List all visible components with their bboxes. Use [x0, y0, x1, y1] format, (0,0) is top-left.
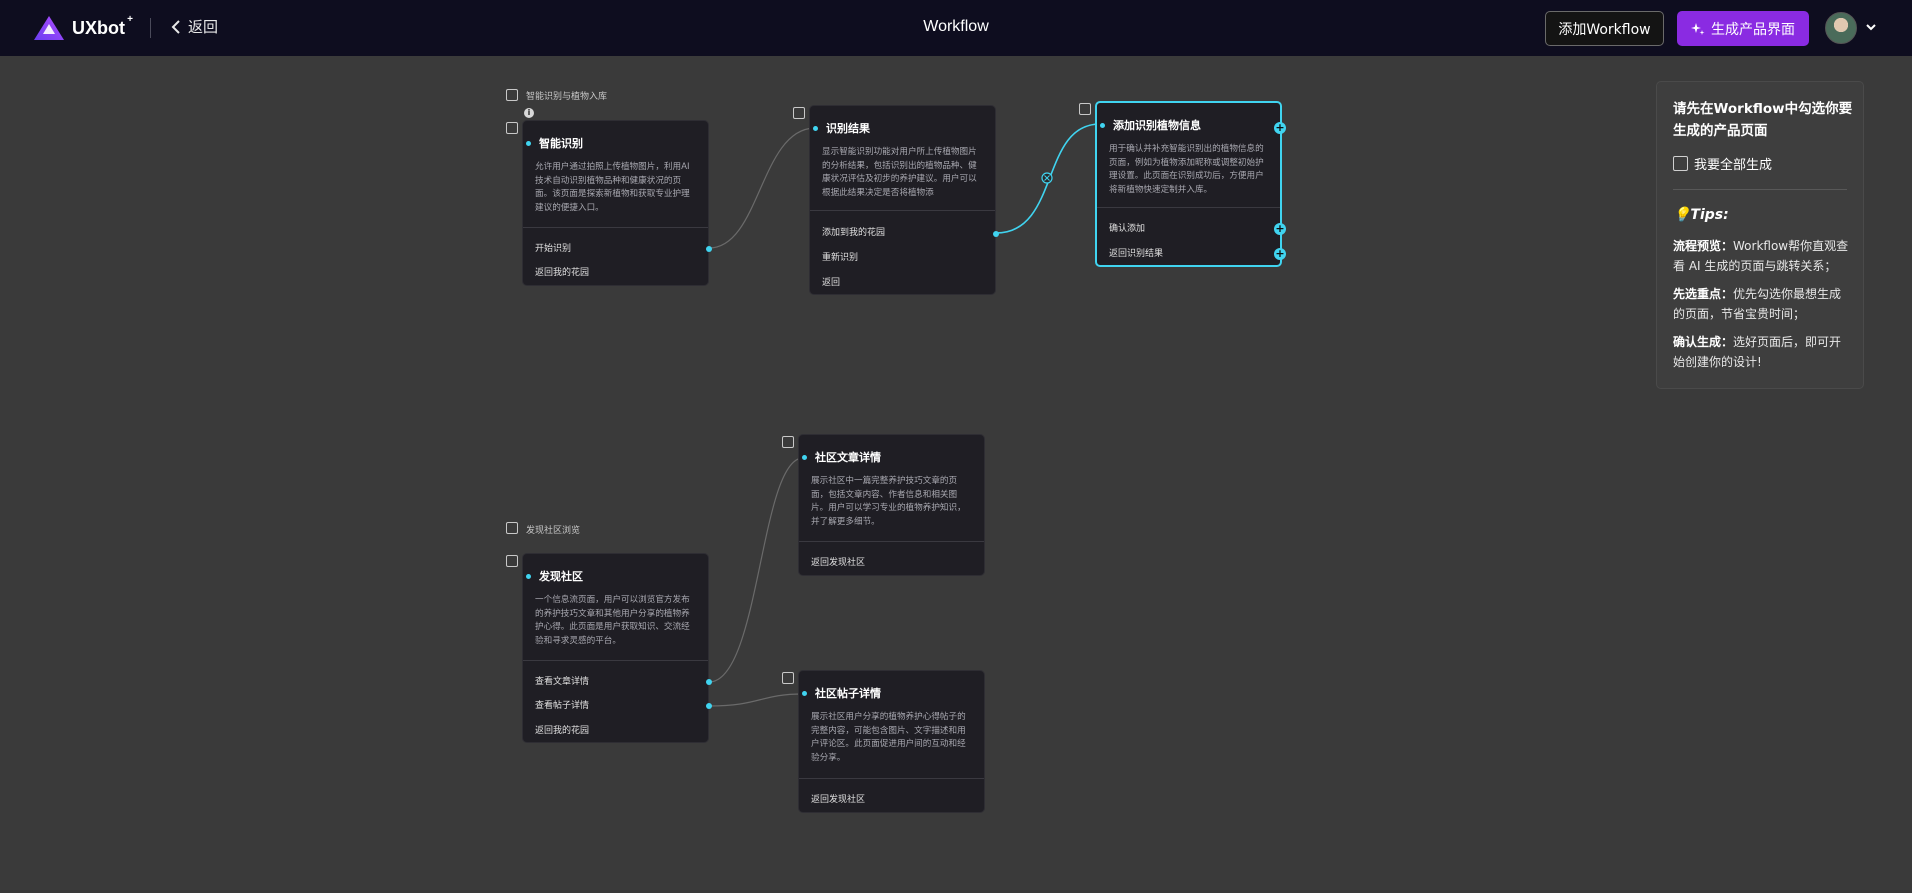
select-all-label: 我要全部生成 — [1694, 158, 1773, 173]
card-title: 社区文章详情 — [802, 449, 881, 465]
card-title: 智能识别 — [526, 135, 583, 151]
card-identify-result-checkbox[interactable] — [793, 107, 805, 119]
tip-item: 先选重点：优先勾选你最想生成的页面，节省宝贵时间； — [1673, 287, 1842, 321]
sparkle-icon — [1691, 22, 1705, 35]
select-all-checkbox[interactable]: 我要全部生成 — [1673, 154, 1772, 173]
wire-midpoint-icon — [1041, 172, 1053, 184]
card-title: 发现社区 — [526, 568, 583, 584]
avatar[interactable] — [1825, 12, 1857, 44]
card-title: 添加识别植物信息 — [1100, 117, 1201, 133]
wire-view-article — [708, 457, 804, 683]
info-icon[interactable]: i — [524, 108, 534, 118]
back-button[interactable]: 返回 — [170, 16, 218, 37]
action-confirm-add[interactable]: 确认添加 — [1109, 221, 1145, 234]
group2-label: 发现社区浏览 — [526, 526, 581, 536]
output-port[interactable] — [706, 679, 712, 685]
card-desc: 显示智能识别功能对用户所上传植物图片的分析结果，包括识别出的植物品种、健康状况评… — [822, 147, 977, 198]
chevron-left-icon — [171, 19, 180, 34]
card-smart-identify-checkbox[interactable] — [506, 122, 518, 134]
add-node-icon[interactable]: + — [1274, 122, 1286, 134]
card-community-post[interactable]: 社区帖子详情 展示社区用户分享的植物养护心得帖子的完整内容，可能包含图片、文字描… — [798, 670, 985, 813]
wire-add-to-garden — [995, 123, 1101, 234]
group1-label: 智能识别与植物入库 — [526, 92, 608, 102]
uxbot-logo[interactable]: UXbot + — [32, 13, 133, 42]
tips-heading: 请先在Workflow中勾选你要生成的产品页面 — [1673, 101, 1853, 139]
action-start-identify[interactable]: 开始识别 — [535, 241, 571, 254]
card-community-post-checkbox[interactable] — [782, 672, 794, 684]
output-port[interactable] — [706, 703, 712, 709]
card-desc: 允许用户通过拍照上传植物图片，利用AI技术自动识别植物品种和健康状况的页面。该页… — [535, 162, 690, 213]
checkbox-box[interactable] — [1673, 156, 1688, 171]
card-desc: 一个信息流页面，用户可以浏览官方发布的养护技巧文章和其他用户分享的植物养护心得。… — [535, 595, 690, 646]
add-workflow-button[interactable]: 添加Workflow — [1545, 11, 1664, 46]
generate-ui-button[interactable]: 生成产品界面 — [1677, 11, 1809, 46]
output-port[interactable] — [993, 231, 999, 237]
tip-item: 确认生成：选好页面后，即可开始创建你的设计! — [1673, 335, 1842, 369]
card-add-plant-info-checkbox[interactable] — [1079, 103, 1091, 115]
add-node-icon[interactable]: + — [1274, 248, 1286, 260]
action-back-garden[interactable]: 返回我的花园 — [535, 265, 589, 278]
add-node-icon[interactable]: + — [1274, 223, 1286, 235]
card-title: 社区帖子详情 — [802, 685, 881, 701]
wire-start-identify — [708, 127, 815, 249]
card-desc: 用于确认并补充智能识别出的植物信息的页面，例如为植物添加昵称或调整初始护理设置。… — [1109, 144, 1264, 195]
group1-checkbox[interactable] — [506, 89, 518, 101]
logo-text: UXbot + — [72, 13, 133, 38]
action-view-post[interactable]: 查看帖子详情 — [535, 698, 589, 711]
card-community-article[interactable]: 社区文章详情 展示社区中一篇完整养护技巧文章的页面，包括文章内容、作者信息和相关… — [798, 434, 985, 576]
action-back-result[interactable]: 返回识别结果 — [1109, 246, 1163, 259]
action-back-garden[interactable]: 返回我的花园 — [535, 723, 589, 736]
card-add-plant-info[interactable]: 添加识别植物信息 用于确认并补充智能识别出的植物信息的页面，例如为植物添加昵称或… — [1095, 101, 1286, 267]
card-identify-result[interactable]: 识别结果 显示智能识别功能对用户所上传植物图片的分析结果，包括识别出的植物品种、… — [809, 105, 999, 295]
card-desc: 展示社区用户分享的植物养护心得帖子的完整内容，可能包含图片、文字描述和用户评论区… — [811, 712, 966, 763]
action-view-article[interactable]: 查看文章详情 — [535, 674, 589, 687]
tip-item: 流程预览：Workflow帮你直观查看 AI 生成的页面与跳转关系； — [1673, 239, 1849, 273]
tips-divider — [1673, 189, 1847, 190]
chevron-down-icon[interactable] — [1864, 20, 1878, 34]
tips-panel: 请先在Workflow中勾选你要生成的产品页面 我要全部生成 💡Tips: 流程… — [1656, 81, 1864, 389]
card-discover-community[interactable]: 发现社区 一个信息流页面，用户可以浏览官方发布的养护技巧文章和其他用户分享的植物… — [522, 553, 712, 743]
top-bar: UXbot + 返回 Workflow 添加Workflow 生成产品界面 — [0, 0, 1912, 56]
action-back[interactable]: 返回 — [822, 275, 840, 288]
action-add-to-garden[interactable]: 添加到我的花园 — [822, 225, 885, 238]
action-re-identify[interactable]: 重新识别 — [822, 250, 858, 263]
wire-view-post — [708, 693, 804, 707]
card-smart-identify[interactable]: 智能识别 允许用户通过拍照上传植物图片，利用AI技术自动识别植物品种和健康状况的… — [522, 120, 712, 286]
tips-title: 💡Tips: — [1673, 207, 1729, 223]
group2-checkbox[interactable] — [506, 522, 518, 534]
action-back-community[interactable]: 返回发现社区 — [811, 555, 865, 568]
output-port[interactable] — [706, 246, 712, 252]
back-label: 返回 — [188, 18, 219, 36]
generate-label: 生成产品界面 — [1711, 21, 1795, 38]
card-desc: 展示社区中一篇完整养护技巧文章的页面，包括文章内容、作者信息和相关图片。用户可以… — [811, 476, 966, 527]
card-discover-community-checkbox[interactable] — [506, 555, 518, 567]
card-community-article-checkbox[interactable] — [782, 436, 794, 448]
card-title: 识别结果 — [813, 120, 870, 136]
header-divider — [150, 18, 151, 38]
action-back-community[interactable]: 返回发现社区 — [811, 792, 865, 805]
logo-icon — [34, 16, 64, 40]
